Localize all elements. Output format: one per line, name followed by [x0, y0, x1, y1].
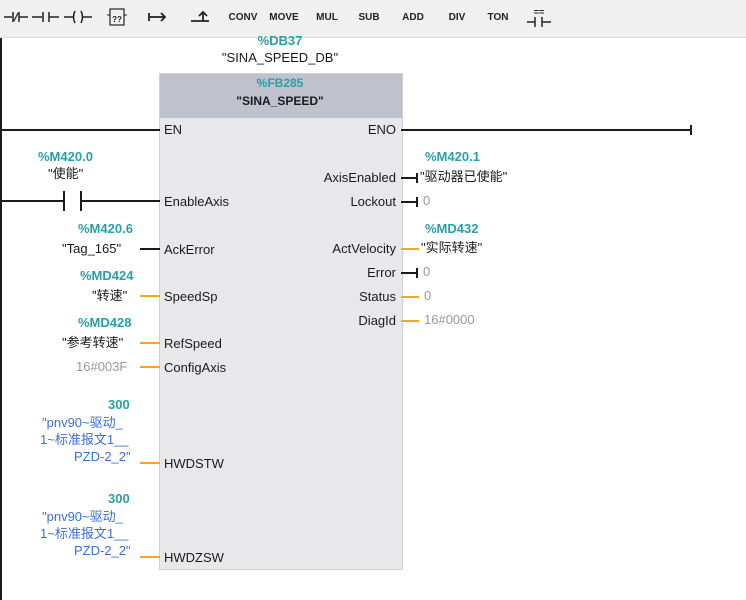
left-power-rail — [0, 38, 2, 600]
contact-no-icon[interactable] — [30, 4, 62, 30]
conv-button[interactable]: CONV — [225, 4, 261, 30]
hwdstw-symbol-line2[interactable]: 1~标准报文1__ — [40, 432, 129, 448]
status-value[interactable]: 0 — [424, 288, 431, 304]
act-velocity-symbol[interactable]: "实际转速" — [421, 240, 482, 256]
en-wire — [0, 129, 160, 131]
diag-id-wire — [401, 320, 419, 322]
compare-eq-label: == — [533, 6, 545, 17]
pin-speed-sp: SpeedSp — [164, 289, 218, 304]
pin-status: Status — [359, 289, 396, 304]
hwdzsw-symbol-line2[interactable]: 1~标准报文1__ — [40, 526, 129, 542]
lockout-wire-end — [416, 197, 418, 207]
fb-name: "SINA_SPEED" — [236, 94, 324, 108]
db-name[interactable]: "SINA_SPEED_DB" — [210, 50, 350, 66]
axis-enabled-wire-end — [416, 173, 418, 183]
compare-eq-icon[interactable]: == — [522, 4, 556, 30]
eno-wire-end — [690, 125, 692, 135]
error-wire-end — [416, 268, 418, 278]
pin-en: EN — [164, 122, 183, 137]
enable-axis-symbol[interactable]: "使能" — [48, 166, 83, 182]
hwdzsw-wire — [140, 556, 160, 558]
branch-open-icon[interactable] — [144, 4, 172, 30]
config-axis-wire — [140, 366, 160, 368]
enable-axis-address[interactable]: %M420.0 — [38, 149, 93, 165]
empty-box-label: ?? — [112, 14, 122, 24]
eno-wire — [401, 129, 692, 131]
ladder-network: %DB37 "SINA_SPEED_DB" %FB285 "SINA_SPEED… — [0, 33, 746, 600]
axis-enabled-symbol[interactable]: "驱动器已使能" — [420, 169, 507, 185]
sub-button[interactable]: SUB — [354, 4, 384, 30]
hwdstw-wire — [140, 462, 160, 464]
pin-lockout: Lockout — [350, 194, 396, 209]
axis-enabled-wire — [401, 177, 417, 179]
ref-speed-address[interactable]: %MD428 — [78, 315, 131, 331]
lockout-wire — [401, 201, 417, 203]
div-button[interactable]: DIV — [442, 4, 472, 30]
pin-enable-axis: EnableAxis — [164, 194, 230, 209]
speed-sp-wire — [140, 295, 160, 297]
db-address[interactable]: %DB37 — [245, 33, 315, 49]
hwdzsw-symbol-line1[interactable]: "pnv90~驱动_ — [42, 509, 123, 525]
move-button[interactable]: MOVE — [265, 4, 303, 30]
ack-error-wire — [140, 248, 160, 250]
branch-close-icon[interactable] — [186, 4, 214, 30]
ack-error-symbol[interactable]: "Tag_165" — [62, 241, 121, 257]
act-velocity-address[interactable]: %MD432 — [425, 221, 478, 237]
diag-id-value[interactable]: 16#0000 — [424, 312, 475, 328]
hwdzsw-value[interactable]: 300 — [108, 491, 130, 507]
hwdzsw-symbol-line3[interactable]: PZD-2_2" — [74, 543, 131, 559]
ref-speed-wire — [140, 342, 160, 344]
rung-icon[interactable] — [2, 4, 32, 30]
hwdstw-symbol-line1[interactable]: "pnv90~驱动_ — [42, 415, 123, 431]
pin-act-velocity: ActVelocity — [332, 241, 396, 256]
pin-hwdstw: HWDSTW — [164, 456, 224, 471]
pin-diag-id: DiagId — [358, 313, 396, 328]
pin-axis-enabled: AxisEnabled — [323, 170, 396, 185]
pin-ref-speed: RefSpeed — [164, 336, 222, 351]
speed-sp-symbol[interactable]: "转速" — [92, 288, 127, 304]
error-value[interactable]: 0 — [423, 264, 430, 280]
hwdstw-symbol-line3[interactable]: PZD-2_2" — [74, 449, 131, 465]
pin-config-axis: ConfigAxis — [164, 360, 227, 375]
pin-ack-error: AckError — [164, 242, 215, 257]
fb-address: %FB285 — [256, 76, 304, 90]
ref-speed-symbol[interactable]: "参考转速" — [62, 335, 123, 351]
mul-button[interactable]: MUL — [312, 4, 342, 30]
pin-error: Error — [367, 265, 396, 280]
speed-sp-address[interactable]: %MD424 — [80, 268, 133, 284]
ladder-toolbar: ?? CONV MOVE MUL SUB ADD DIV TON == — [0, 0, 746, 38]
act-velocity-wire — [401, 248, 419, 250]
coil-icon[interactable] — [62, 4, 94, 30]
hwdstw-value[interactable]: 300 — [108, 397, 130, 413]
contact-wire-right — [82, 200, 160, 202]
config-axis-value[interactable]: 16#003F — [76, 359, 127, 375]
status-wire — [401, 296, 419, 298]
ton-button[interactable]: TON — [482, 4, 514, 30]
add-button[interactable]: ADD — [398, 4, 428, 30]
axis-enabled-address[interactable]: %M420.1 — [425, 149, 480, 165]
pin-eno: ENO — [367, 122, 396, 137]
lockout-value[interactable]: 0 — [423, 193, 430, 209]
contact-no-icon[interactable] — [62, 190, 84, 212]
ack-error-address[interactable]: %M420.6 — [78, 221, 133, 237]
error-wire — [401, 272, 417, 274]
pin-hwdzsw: HWDZSW — [164, 550, 224, 565]
contact-wire-left — [0, 200, 64, 202]
